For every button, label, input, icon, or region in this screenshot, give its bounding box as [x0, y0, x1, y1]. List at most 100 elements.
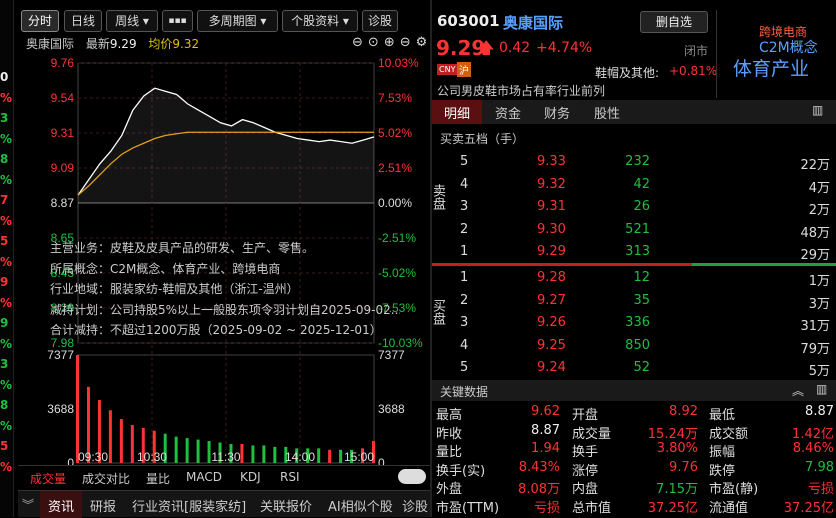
tab-rsi[interactable]: RSI: [280, 470, 300, 484]
overlay-icon[interactable]: ⊙: [368, 35, 384, 50]
tab-news[interactable]: 资讯: [40, 491, 83, 518]
tab-weekly[interactable]: 周线 ▾: [106, 10, 158, 32]
tab-funds[interactable]: 资金: [495, 103, 521, 122]
orderbook-title: 买卖五档（手）: [440, 132, 525, 146]
bid-price: 9.25: [537, 337, 566, 353]
vol-tick-label-right: 7377: [378, 348, 405, 362]
bid-row[interactable]: 5 9.24 52 5万: [432, 358, 836, 379]
y-tick-label: 9.31: [51, 126, 75, 140]
bid-row[interactable]: 1 9.28 12 1万: [432, 268, 836, 289]
sidebar-value: %: [0, 459, 13, 474]
concept-sports[interactable]: 体育产业: [733, 54, 809, 81]
ask-price: 9.29: [537, 244, 566, 259]
price-change: 0.42: [499, 40, 531, 56]
key-data-label: 成交量: [572, 426, 612, 442]
key-data-value: 9.76: [669, 459, 698, 475]
ask-row[interactable]: 1 9.29 313 29万: [432, 242, 836, 263]
bid-amt: 5万: [808, 364, 830, 379]
key-data-label: 换手: [572, 445, 599, 460]
ask-price: 9.31: [537, 199, 566, 214]
overlay-concepts: 所属概念：C2M概念、体育产业、跨境电商: [50, 261, 281, 276]
volume-bar: [119, 419, 123, 463]
ask-vol: 313: [625, 244, 650, 259]
tab-industry-news[interactable]: 行业资讯[服装家纺]: [132, 496, 246, 515]
orderbook-separator-red: [432, 263, 692, 266]
key-data-header: 关键数据 ︽ ▥: [432, 380, 836, 401]
ask-lvl: 5: [460, 154, 469, 169]
tab-volume-ratio[interactable]: 量比: [146, 470, 170, 487]
x-tick-label: 09:30: [78, 450, 108, 464]
toggle-switch[interactable]: [398, 469, 426, 484]
vol-tick-label: 7377: [47, 348, 74, 362]
multi-period-dropdown[interactable]: 多周期图 ▾: [197, 10, 278, 32]
bottom-tab-bar: ︾ 资讯 研报 行业资讯[服装家纺] 关联报价 AI相似个股 诊股: [18, 490, 430, 518]
sidebar-value: 5: [0, 439, 9, 453]
zoom-in-icon[interactable]: ⊕: [384, 35, 400, 50]
indicator-tab-bar: 成交量 成交对比 量比 MACD KDJ RSI: [18, 465, 430, 487]
key-data-label: 流通值: [709, 500, 749, 516]
key-data-value: 1.94: [531, 441, 560, 456]
orderbook-separator-green: [692, 263, 836, 266]
tab-related-quotes[interactable]: 关联报价: [260, 496, 312, 515]
sidebar-value: 8: [0, 152, 9, 166]
collapse-icon[interactable]: ︾: [22, 496, 34, 513]
bid-price: 9.27: [537, 292, 566, 308]
bid-row[interactable]: 3 9.26 336 31万: [432, 313, 836, 334]
history-icon[interactable]: ⊖: [352, 35, 368, 50]
y-tick-pct-label: 10.03%: [378, 56, 419, 70]
vol-tick-label-right: 0: [378, 456, 385, 465]
tab-research[interactable]: 研报: [90, 496, 116, 515]
tab-macd[interactable]: MACD: [186, 470, 222, 484]
tab-detail[interactable]: 明细: [432, 100, 483, 124]
diagnosis-button[interactable]: 诊股: [362, 10, 398, 32]
grid-layout-icon[interactable]: ▥: [812, 103, 823, 117]
volume-bar: [240, 443, 244, 463]
stock-profile-dropdown[interactable]: 个股资料 ▾: [282, 10, 358, 32]
tab-volume[interactable]: 成交量: [30, 470, 66, 487]
tab-stock-nature[interactable]: 股性: [594, 103, 620, 122]
tab-volume-compare[interactable]: 成交对比: [82, 470, 130, 487]
bid-price: 9.28: [537, 270, 566, 285]
volume-bar: [251, 445, 255, 463]
ask-lvl: 2: [460, 221, 469, 237]
ask-lvl: 3: [460, 199, 469, 214]
y-tick-pct-label: 2.51%: [378, 161, 412, 175]
y-tick-pct-label: 0.00%: [378, 196, 412, 210]
ask-row[interactable]: 4 9.32 42 4万: [432, 175, 836, 196]
tab-finance[interactable]: 财务: [544, 103, 570, 122]
volume-bar: [339, 449, 343, 463]
market-status: 闭市: [684, 44, 709, 58]
sidebar-value: %: [0, 172, 13, 187]
tab-kdj[interactable]: KDJ: [240, 470, 261, 484]
ask-amt: 48万: [800, 225, 830, 241]
ask-row[interactable]: 2 9.30 521 48万: [432, 220, 836, 241]
volume-bar: [196, 439, 200, 463]
sidebar-value: %: [0, 90, 13, 105]
sidebar-value: 8: [0, 398, 9, 412]
bid-vol: 336: [625, 315, 650, 330]
bid-price: 9.26: [537, 315, 566, 330]
more-periods-button[interactable]: ▪▪▪: [162, 10, 193, 32]
ask-row[interactable]: 3 9.31 26 2万: [432, 197, 836, 218]
sidebar-value: 5: [0, 234, 9, 248]
tab-daily[interactable]: 日线: [64, 10, 102, 32]
bid-row[interactable]: 2 9.27 35 3万: [432, 291, 836, 312]
ask-row[interactable]: 5 9.33 232 22万: [432, 152, 836, 173]
grid-icon[interactable]: ▥: [816, 382, 827, 396]
zoom-out-icon[interactable]: ⊖: [400, 35, 416, 50]
chart-stock-name: 奥康国际: [26, 37, 75, 51]
key-data-label: 市盈(TTM): [436, 500, 500, 516]
sidebar-value: 3: [0, 357, 9, 371]
remove-favorite-button[interactable]: 删自选: [640, 11, 708, 33]
key-data-label: 最低: [709, 408, 736, 423]
bid-row[interactable]: 4 9.25 850 79万: [432, 336, 836, 357]
overlay-reduce-plan: 减持计划：公司持股5%以上一般股东项令羽计划自2025-09-02...: [50, 302, 400, 317]
tab-diagnosis[interactable]: 诊股: [402, 496, 428, 515]
tab-timeshare[interactable]: 分时: [21, 10, 59, 32]
volume-bar: [328, 449, 332, 463]
key-data-value: 8.08万: [518, 482, 560, 497]
tab-ai-similar[interactable]: AI相似个股: [328, 496, 393, 515]
key-data-value: 8.87: [805, 404, 834, 419]
collapse-up-icon[interactable]: ︽: [792, 382, 804, 399]
vol-tick-label: 3688: [47, 402, 74, 416]
